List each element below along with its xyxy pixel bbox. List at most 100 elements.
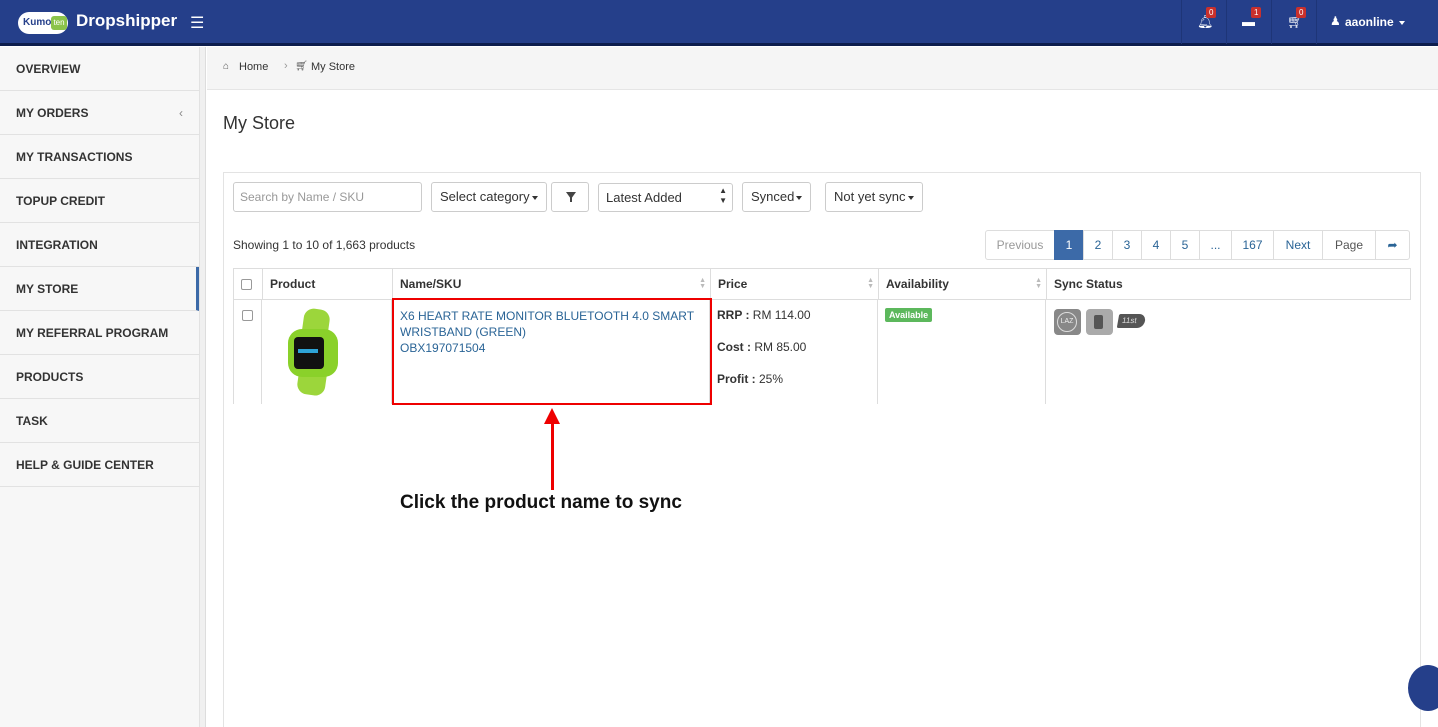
column-sync-status: Sync Status [1054, 277, 1123, 291]
row-select-cell [233, 299, 262, 404]
column-price[interactable]: Price ▲ ▼ [711, 269, 879, 299]
pagination-page-4[interactable]: 4 [1141, 230, 1171, 260]
select-all-checkbox[interactable] [241, 279, 252, 290]
synced-dropdown[interactable]: Synced [742, 182, 812, 212]
chevron-left-icon: ‹ [179, 106, 183, 120]
sort-icon[interactable]: ▲ ▼ [699, 277, 706, 290]
pagination-previous[interactable]: Previous [985, 230, 1055, 260]
pagination-page-2[interactable]: 2 [1083, 230, 1113, 260]
breadcrumb-current: My Store [311, 61, 356, 73]
breadcrumb-separator: › [284, 60, 288, 72]
sidebar-item-my-transactions[interactable]: MY TRANSACTIONS [0, 135, 199, 179]
top-navbar: Kumo ten Dropshipper ☰ 🔔︎ 0 ▬ 1 🛒︎ 0 ♟ a… [0, 0, 1438, 46]
home-icon: ⌂ [223, 61, 230, 72]
sort-icon[interactable]: ▲ ▼ [1035, 277, 1042, 290]
11street-icon-text: 11st [1121, 316, 1138, 325]
category-dropdown[interactable]: Select category [431, 182, 547, 212]
sidebar-item-label: TOPUP CREDIT [16, 194, 105, 208]
annotation-arrow-shaft [551, 420, 554, 490]
sort-label: Latest Added [606, 190, 682, 205]
category-label: Select category [440, 189, 530, 204]
cart-button[interactable]: 🛒︎ 0 [1271, 0, 1315, 44]
user-icon: ♟ [1330, 14, 1341, 28]
pagination-next[interactable]: Next [1273, 230, 1323, 260]
cart-icon: 🛒︎ [295, 61, 308, 72]
sidebar-item-task[interactable]: TASK [0, 399, 199, 443]
sidebar-item-label: HELP & GUIDE CENTER [16, 458, 154, 472]
pagination-page-3[interactable]: 3 [1112, 230, 1142, 260]
cart-count: 0 [1296, 7, 1307, 18]
not-synced-dropdown[interactable]: Not yet sync [825, 182, 923, 212]
sidebar: OVERVIEW MY ORDERS ‹ MY TRANSACTIONS TOPU… [0, 47, 200, 727]
column-name-sku[interactable]: Name/SKU ▲ ▼ [393, 269, 711, 299]
cost-label: Cost : [717, 340, 751, 354]
pagination-ellipsis: ... [1199, 230, 1232, 260]
go-page-button[interactable]: ➦ [1375, 230, 1410, 260]
sidebar-item-overview[interactable]: OVERVIEW [0, 47, 199, 91]
brand-title[interactable]: Dropshipper [76, 11, 177, 31]
profit-label: Profit : [717, 372, 756, 386]
sort-select[interactable]: Latest Added ▲ ▼ [598, 183, 733, 212]
sidebar-item-label: TASK [16, 414, 48, 428]
sidebar-item-my-referral-program[interactable]: MY REFERRAL PROGRAM [0, 311, 199, 355]
rrp-value: RM 114.00 [749, 308, 811, 322]
pagination-page-1[interactable]: 1 [1054, 230, 1084, 260]
search-input[interactable] [233, 182, 422, 212]
column-label: Availability [886, 277, 949, 291]
rrp-line: RRP : RM 114.00 [717, 308, 811, 322]
sidebar-item-products[interactable]: PRODUCTS [0, 355, 199, 399]
lazada-icon-text: LAZ [1057, 312, 1077, 332]
sidebar-item-integration[interactable]: INTEGRATION [0, 223, 199, 267]
shopee-icon[interactable] [1086, 309, 1113, 335]
annotation-text: Click the product name to sync [400, 492, 682, 513]
synced-label: Synced [751, 189, 795, 204]
column-label: Price [718, 277, 748, 291]
chevron-down-icon [796, 195, 803, 200]
sidebar-item-help-guide-center[interactable]: HELP & GUIDE CENTER [0, 443, 199, 487]
sidebar-item-label: INTEGRATION [16, 238, 98, 252]
product-image[interactable] [286, 307, 344, 397]
sidebar-item-label: PRODUCTS [16, 370, 84, 384]
user-menu[interactable]: ♟ aaonline [1316, 0, 1438, 44]
not-synced-label: Not yet sync [834, 189, 906, 204]
rrp-label: RRP : [717, 308, 750, 322]
shopee-icon-glyph [1094, 315, 1103, 329]
pagination-page-5[interactable]: 5 [1170, 230, 1200, 260]
column-availability[interactable]: Availability ▲ ▼ [879, 269, 1047, 299]
chevron-down-icon [907, 195, 914, 200]
cost-value: RM 85.00 [751, 340, 807, 354]
status-badge: Available [885, 308, 933, 322]
annotation-highlight-box [392, 298, 712, 405]
results-count: Showing 1 to 10 of 1,663 products [233, 238, 416, 252]
sidebar-item-label: MY STORE [16, 282, 79, 296]
username: aaonline [1345, 15, 1394, 29]
sidebar-resize-handle[interactable] [200, 47, 206, 727]
sidebar-item-my-orders[interactable]: MY ORDERS ‹ [0, 91, 199, 135]
sidebar-item-topup-credit[interactable]: TOPUP CREDIT [0, 179, 199, 223]
menu-toggle-icon[interactable]: ☰ [190, 13, 204, 33]
profit-value: 25% [755, 372, 784, 386]
kumoten-logo[interactable]: Kumo ten [18, 8, 70, 36]
logo-badge: ten [51, 16, 67, 30]
lazada-icon[interactable]: LAZ [1054, 309, 1081, 335]
breadcrumb: ⌂ Home › 🛒︎ My Store [207, 47, 1438, 90]
sidebar-item-label: MY ORDERS [16, 106, 89, 120]
chevron-down-icon [531, 195, 538, 200]
notifications-button[interactable]: 🔔︎ 0 [1181, 0, 1225, 44]
pagination-page-last[interactable]: 167 [1231, 230, 1274, 260]
profit-line: Profit : 25% [717, 372, 783, 386]
filter-button[interactable] [551, 182, 589, 212]
share-arrow-icon: ➦ [1387, 238, 1398, 252]
message-count: 1 [1251, 7, 1262, 18]
row-checkbox[interactable] [242, 310, 253, 321]
page-title: My Store [223, 113, 296, 133]
cost-line: Cost : RM 85.00 [717, 340, 806, 354]
table-header: Product Name/SKU ▲ ▼ Price ▲ ▼ Availabilit… [233, 268, 1411, 300]
sidebar-item-my-store[interactable]: MY STORE [0, 267, 199, 311]
11street-icon[interactable]: 11st [1116, 314, 1147, 328]
pagination-page-label: Page [1322, 230, 1376, 260]
messages-button[interactable]: ▬ 1 [1226, 0, 1270, 44]
select-arrows-icon: ▲ ▼ [719, 186, 727, 205]
sort-icon[interactable]: ▲ ▼ [867, 277, 874, 290]
breadcrumb-home[interactable]: Home [239, 61, 268, 73]
